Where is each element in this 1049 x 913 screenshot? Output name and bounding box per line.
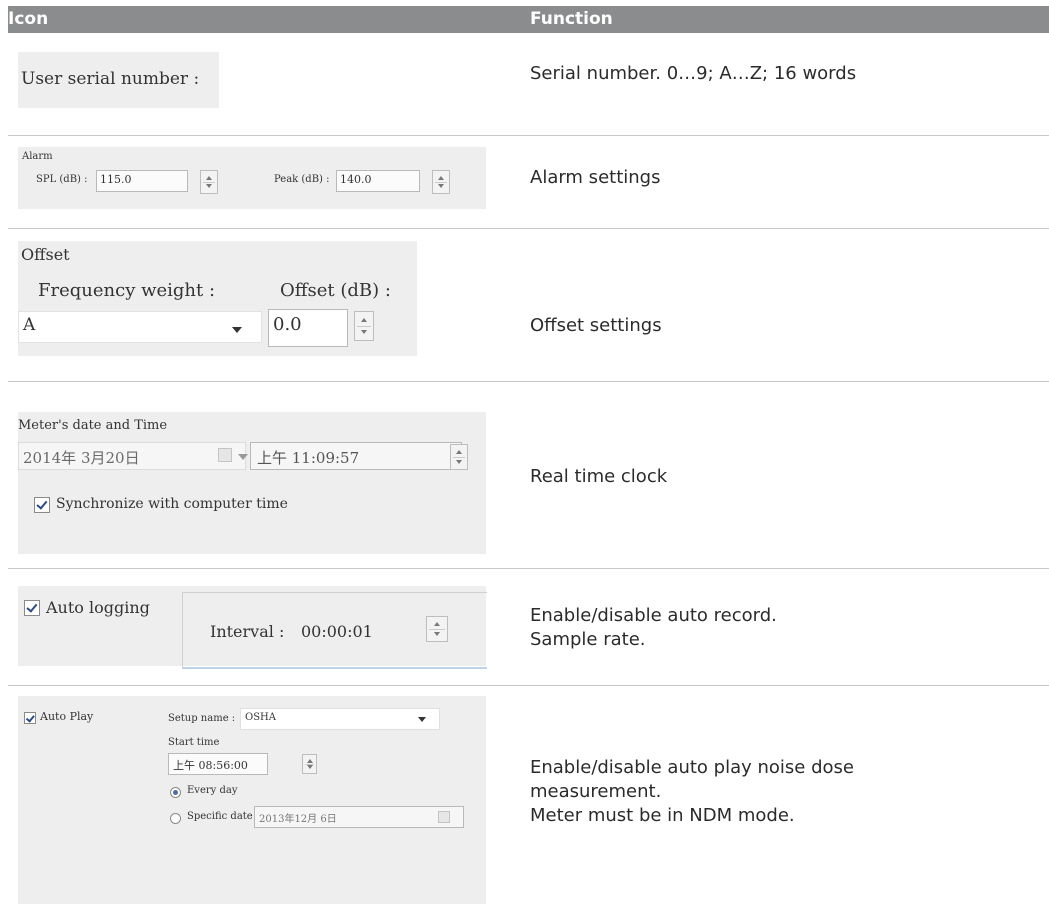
- auto-play-snapshot: Auto Play Setup name : OSHA Start time 上…: [18, 696, 486, 904]
- frequency-weight-select[interactable]: A: [18, 311, 262, 343]
- row-divider: [8, 685, 1049, 686]
- offset-spinner[interactable]: [354, 311, 374, 341]
- header-icon-column: Icon: [8, 9, 49, 29]
- date-dropdown-icon[interactable]: [238, 454, 248, 460]
- chevron-down-icon: [418, 717, 426, 722]
- row-divider: [8, 135, 1049, 136]
- time-spinner[interactable]: [450, 444, 468, 470]
- serial-number-label: User serial number :: [21, 69, 200, 89]
- row-divider: [8, 228, 1049, 229]
- specific-date-input[interactable]: 2013年12月 6日: [254, 806, 464, 828]
- datetime-function: Real time clock: [530, 466, 668, 487]
- auto-logging-label: Auto logging: [46, 598, 150, 617]
- auto-play-label: Auto Play: [40, 710, 94, 723]
- start-time-label: Start time: [168, 737, 220, 748]
- header-function-column: Function: [530, 9, 613, 29]
- time-input[interactable]: 上午 11:09:57: [250, 442, 462, 470]
- row-divider: [8, 381, 1049, 382]
- serial-number-snapshot: User serial number :: [18, 52, 219, 108]
- spl-spinner[interactable]: [200, 170, 218, 194]
- auto-logging-checkbox[interactable]: [24, 600, 40, 616]
- calendar-icon[interactable]: [438, 811, 450, 823]
- spl-input[interactable]: 115.0: [96, 170, 188, 192]
- specific-date-radio[interactable]: [170, 813, 181, 824]
- interval-spinner[interactable]: [426, 616, 448, 642]
- interval-label: Interval :: [210, 622, 285, 641]
- offset-snapshot: Offset Frequency weight : Offset (dB) : …: [18, 241, 417, 356]
- auto-logging-snapshot: Auto logging Interval : 00:00:01: [18, 586, 487, 669]
- every-day-label: Every day: [187, 785, 238, 796]
- offset-function: Offset settings: [530, 315, 662, 336]
- sync-label: Synchronize with computer time: [56, 496, 288, 512]
- auto-logging-function: Enable/disable auto record. Sample rate.: [530, 605, 777, 650]
- setup-name-label: Setup name :: [168, 713, 236, 724]
- auto-play-function: Enable/disable auto play noise dose meas…: [530, 757, 854, 826]
- datetime-snapshot: Meter's date and Time 2014年 3月20日 上午 11:…: [18, 412, 486, 554]
- alarm-function: Alarm settings: [530, 167, 661, 188]
- start-time-input[interactable]: 上午 08:56:00: [168, 753, 268, 775]
- chevron-down-icon: [232, 327, 242, 333]
- alarm-group-label: Alarm: [22, 151, 53, 162]
- offset-input[interactable]: 0.0: [268, 309, 348, 347]
- frequency-weight-label: Frequency weight :: [38, 280, 216, 301]
- start-time-spinner[interactable]: [302, 754, 317, 774]
- auto-play-checkbox[interactable]: [24, 712, 36, 724]
- every-day-radio[interactable]: [170, 787, 181, 798]
- peak-input[interactable]: 140.0: [336, 170, 420, 192]
- offset-group-label: Offset: [21, 245, 70, 264]
- interval-input[interactable]: 00:00:01: [301, 622, 373, 641]
- offset-db-label: Offset (dB) :: [280, 280, 391, 301]
- setup-name-select[interactable]: OSHA: [240, 708, 440, 730]
- spl-label: SPL (dB) :: [36, 174, 88, 185]
- serial-number-function: Serial number. 0…9; A…Z; 16 words: [530, 63, 857, 84]
- table-header: Icon Function: [8, 6, 1049, 33]
- peak-label: Peak (dB) :: [274, 174, 330, 185]
- calendar-icon[interactable]: [218, 448, 232, 462]
- sync-checkbox[interactable]: [34, 497, 50, 513]
- date-input[interactable]: 2014年 3月20日: [18, 442, 246, 470]
- datetime-group-label: Meter's date and Time: [18, 418, 168, 433]
- alarm-snapshot: Alarm SPL (dB) : 115.0 Peak (dB) : 140.0: [18, 147, 486, 209]
- row-divider: [8, 568, 1049, 569]
- specific-date-label: Specific date: [187, 811, 253, 822]
- peak-spinner[interactable]: [432, 170, 450, 194]
